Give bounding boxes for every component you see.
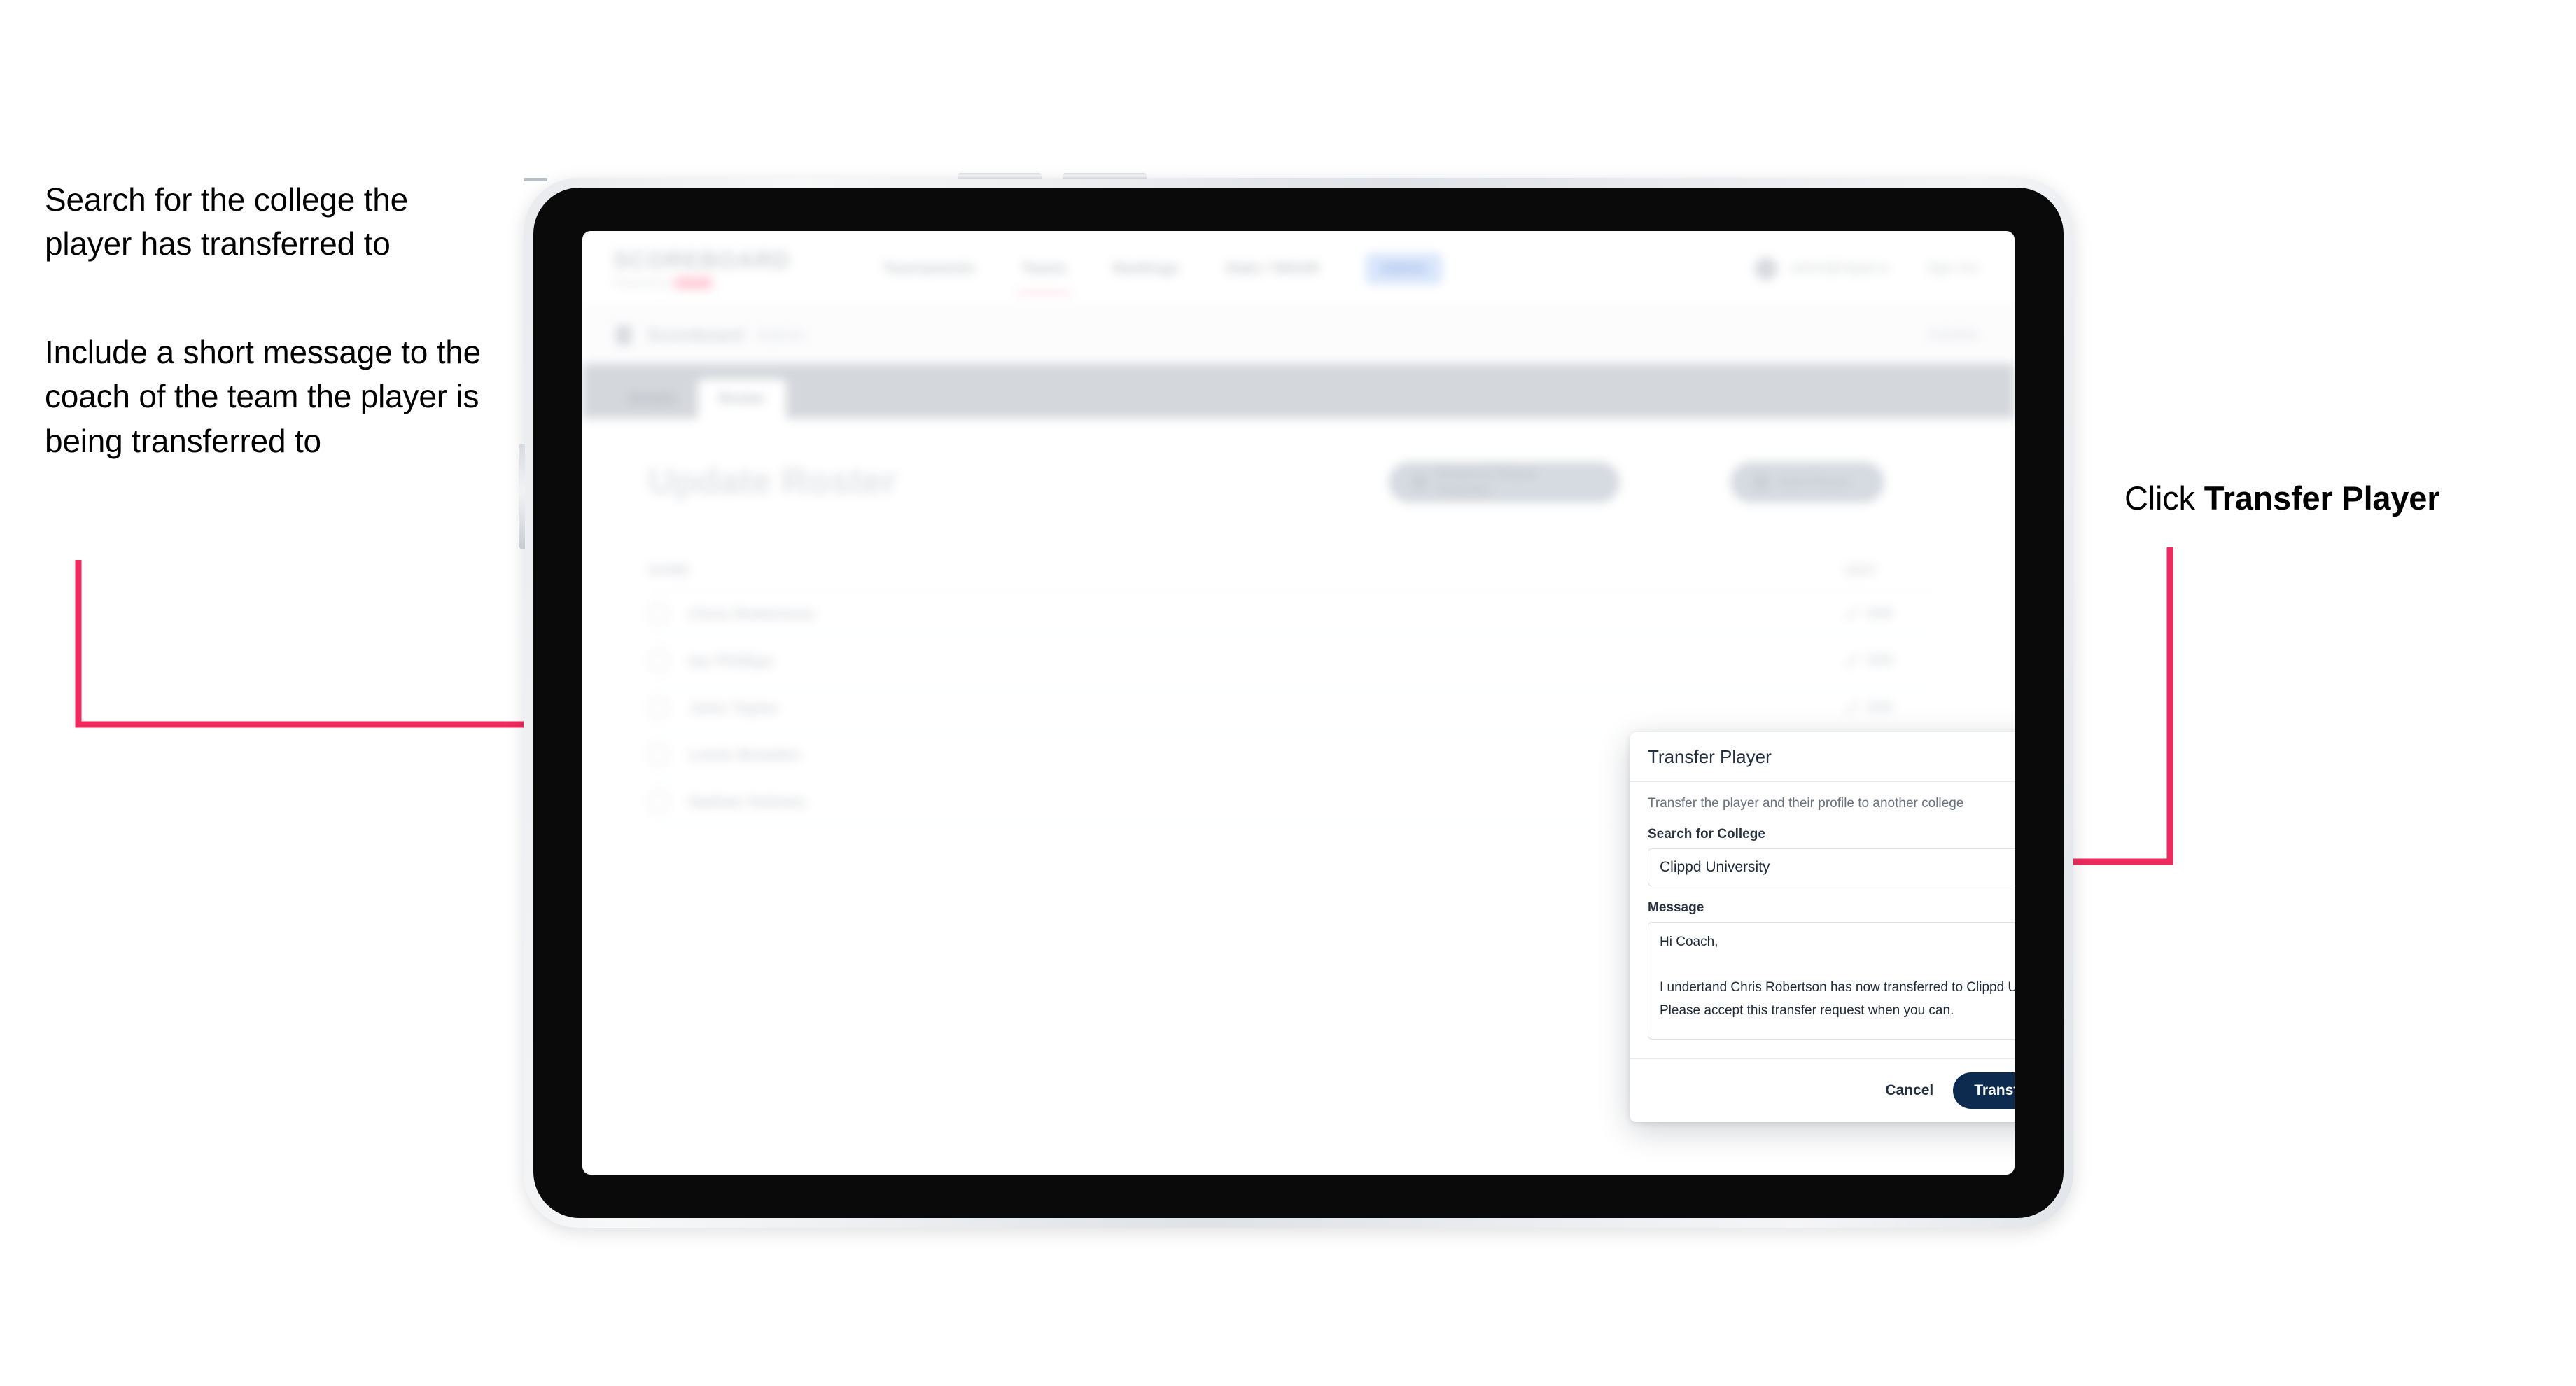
- modal-header: Transfer Player: [1630, 732, 2015, 782]
- row-avatar: [648, 697, 669, 718]
- row-edit-action[interactable]: Edit: [1845, 700, 1893, 715]
- edit-label: Edit: [1868, 653, 1893, 668]
- message-field-label: Message: [1648, 900, 1704, 915]
- logo-brand: clippd: [673, 276, 714, 290]
- tablet-screen: SCOREBOARD Powered by clippd Tournaments…: [582, 231, 2015, 1175]
- app-logo[interactable]: SCOREBOARD Powered by clippd: [613, 247, 790, 290]
- app-topbar: SCOREBOARD Powered by clippd Tournaments…: [582, 231, 2015, 307]
- transfer-player-modal: Transfer Player Transfer the player and …: [1630, 732, 2015, 1122]
- modal-title: Transfer Player: [1648, 746, 1772, 767]
- tablet-device-frame: SCOREBOARD Powered by clippd Tournaments…: [519, 173, 2073, 1228]
- player-name: Nathan Holmes: [689, 792, 806, 811]
- nav-item-tournaments[interactable]: Tournaments: [883, 260, 974, 277]
- transfer-player-submit-button[interactable]: Transfer Player: [1953, 1072, 2015, 1109]
- add-player-button[interactable]: Add Player: [1730, 462, 1884, 503]
- player-name: Ian Phillips: [689, 651, 774, 670]
- modal-description: Transfer the player and their profile to…: [1648, 796, 1964, 811]
- college-field-label: Search for College: [1648, 827, 1765, 841]
- row-avatar: [648, 744, 669, 765]
- search-college-input[interactable]: [1648, 848, 2015, 886]
- breadcrumb-bar: Scoreboard Admin Current: [582, 307, 2015, 364]
- player-name: Lewis Bowden: [689, 745, 801, 764]
- avatar[interactable]: [1755, 257, 1778, 280]
- message-textarea[interactable]: [1648, 922, 2015, 1040]
- row-avatar: [648, 650, 669, 671]
- table-row[interactable]: John Taylor Edit: [648, 685, 1938, 732]
- annotation-include-message: Include a short message to the coach of …: [45, 334, 482, 459]
- player-name: John Taylor: [689, 698, 779, 717]
- row-edit-action[interactable]: Edit: [1845, 653, 1893, 668]
- request-player-transfer-label: Request Player Transfer: [1436, 466, 1538, 498]
- annotation-click-prefix: Click: [2124, 479, 2204, 517]
- breadcrumb-season-select[interactable]: Current: [1928, 327, 1977, 344]
- plus-icon: [1754, 475, 1768, 489]
- table-row[interactable]: Ian Phillips Edit: [648, 638, 1938, 685]
- nav-item-admin[interactable]: Admin: [1365, 253, 1442, 284]
- player-name: Chris Robertson: [689, 604, 816, 623]
- nav-item-stats-wagr[interactable]: Stats / WAGR: [1225, 260, 1319, 277]
- column-header-edit: EDIT: [1845, 564, 1877, 578]
- row-edit-action[interactable]: Edit: [1845, 606, 1893, 622]
- account-area: admin@clippd.io Sign Out: [1755, 257, 1978, 280]
- logo-text: SCOREBOARD: [613, 247, 791, 273]
- pencil-icon: [1845, 654, 1860, 668]
- logo-subtext: Powered by clippd: [613, 276, 790, 290]
- tab-roster[interactable]: Roster: [697, 379, 787, 419]
- logo-powered-by: Powered by: [613, 277, 669, 289]
- device-bezel: SCOREBOARD Powered by clippd Tournaments…: [533, 188, 2064, 1218]
- annotation-click-transfer: Click Transfer Player: [2124, 476, 2558, 522]
- breadcrumb-secondary: Admin: [755, 325, 806, 345]
- nav-item-rankings[interactable]: Rankings: [1113, 260, 1180, 277]
- volume-up-button[interactable]: [958, 173, 1042, 179]
- breadcrumb-title: Scoreboard Admin: [647, 326, 806, 346]
- request-player-transfer-button[interactable]: Request Player Transfer: [1389, 462, 1620, 503]
- modal-footer: Cancel Transfer Player: [1630, 1058, 2015, 1122]
- row-avatar: [648, 603, 669, 624]
- cancel-button[interactable]: Cancel: [1885, 1082, 1933, 1099]
- pencil-icon: [1845, 607, 1860, 621]
- annotation-click-bold: Transfer Player: [2204, 479, 2440, 517]
- top-navigation: Tournaments Teams Rankings Stats / WAGR …: [883, 253, 1442, 294]
- row-avatar: [648, 791, 669, 812]
- add-player-label: Add Player: [1778, 474, 1851, 490]
- page-title: Update Roster: [648, 461, 897, 502]
- microphone: [524, 178, 547, 181]
- scoreboard-icon: [616, 326, 631, 345]
- sign-out-link[interactable]: Sign Out: [1926, 261, 1978, 276]
- account-email: admin@clippd.io: [1790, 260, 1889, 276]
- tab-details[interactable]: Details: [608, 379, 698, 419]
- column-header-name: NAME: [648, 563, 690, 578]
- annotation-search-college: Search for the college the player has tr…: [45, 181, 409, 262]
- volume-down-button[interactable]: [1063, 173, 1147, 179]
- screenshot-canvas: Search for the college the player has tr…: [0, 0, 2576, 1386]
- edit-label: Edit: [1868, 606, 1893, 621]
- table-row[interactable]: Chris Robertson Edit: [648, 591, 1938, 638]
- section-tabs: Details Roster: [582, 364, 2015, 419]
- power-button[interactable]: [519, 444, 525, 549]
- table-header-row: NAME EDIT: [648, 552, 1938, 591]
- nav-item-teams[interactable]: Teams: [1016, 260, 1071, 294]
- pencil-icon: [1845, 701, 1860, 715]
- transfer-icon: [1413, 475, 1427, 489]
- edit-label: Edit: [1868, 700, 1893, 715]
- modal-body: Transfer the player and their profile to…: [1630, 782, 2015, 1058]
- breadcrumb-primary: Scoreboard: [647, 325, 744, 345]
